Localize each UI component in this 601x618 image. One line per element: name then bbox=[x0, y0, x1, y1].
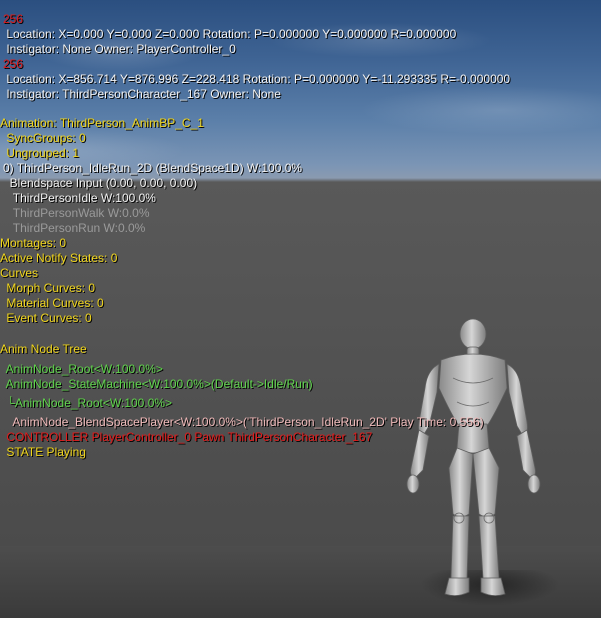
debug-line-montages: Montages: 0 bbox=[0, 236, 67, 250]
debug-line-blendspace-input: Blendspace Input (0.00, 0.00, 0.00) bbox=[3, 176, 198, 190]
debug-line-morph-curves: Morph Curves: 0 bbox=[3, 281, 96, 295]
debug-line-event-curves: Event Curves: 0 bbox=[3, 311, 92, 325]
debug-line-controller: CONTROLLER PlayerController_0 Pawn Third… bbox=[3, 430, 373, 444]
debug-line-actor-count-1: 256 bbox=[3, 12, 24, 26]
debug-line-instigator-1: Instigator: None Owner: PlayerController… bbox=[3, 42, 236, 56]
debug-line-instigator-2: Instigator: ThirdPersonCharacter_167 Own… bbox=[3, 87, 281, 101]
debug-line-location-2: Location: X=856.714 Y=876.996 Z=228.418 … bbox=[3, 72, 511, 86]
debug-line-animation: Animation: ThirdPerson_AnimBP_C_1 bbox=[0, 116, 204, 130]
debug-line-anim-node-tree: Anim Node Tree bbox=[0, 342, 87, 356]
debug-line-material-curves: Material Curves: 0 bbox=[3, 296, 104, 310]
debug-line-walk: ThirdPersonWalk W:0.0% bbox=[3, 206, 150, 220]
game-viewport[interactable]: 256 Location: X=0.000 Y=0.000 Z=0.000 Ro… bbox=[0, 0, 601, 618]
debug-line-location-1: Location: X=0.000 Y=0.000 Z=0.000 Rotati… bbox=[3, 27, 457, 41]
debug-line-ungrouped: Ungrouped: 1 bbox=[3, 146, 80, 160]
debug-line-actor-count-2: 256 bbox=[3, 57, 24, 71]
debug-line-node-blendspaceplayer: AnimNode_BlendSpacePlayer<W:100.0%>('Thi… bbox=[3, 415, 484, 429]
debug-line-idle: ThirdPersonIdle W:100.0% bbox=[3, 191, 156, 205]
debug-line-syncgroups: SyncGroups: 0 bbox=[3, 131, 86, 145]
debug-line-node-root: AnimNode_Root<W:100.0%> bbox=[3, 362, 163, 376]
debug-line-node-statemachine: AnimNode_StateMachine<W:100.0%>(Default-… bbox=[3, 377, 313, 391]
debug-line-node-root-child: └AnimNode_Root<W:100.0%> bbox=[3, 396, 173, 410]
debug-line-curves: Curves bbox=[0, 266, 39, 280]
debug-line-notify-states: Active Notify States: 0 bbox=[0, 251, 118, 265]
debug-line-state: STATE Playing bbox=[3, 445, 86, 459]
mannequin-character bbox=[406, 318, 541, 596]
debug-line-blendspace: 0) ThirdPerson_IdleRun_2D (BlendSpace1D)… bbox=[3, 161, 303, 175]
debug-line-run: ThirdPersonRun W:0.0% bbox=[3, 221, 146, 235]
